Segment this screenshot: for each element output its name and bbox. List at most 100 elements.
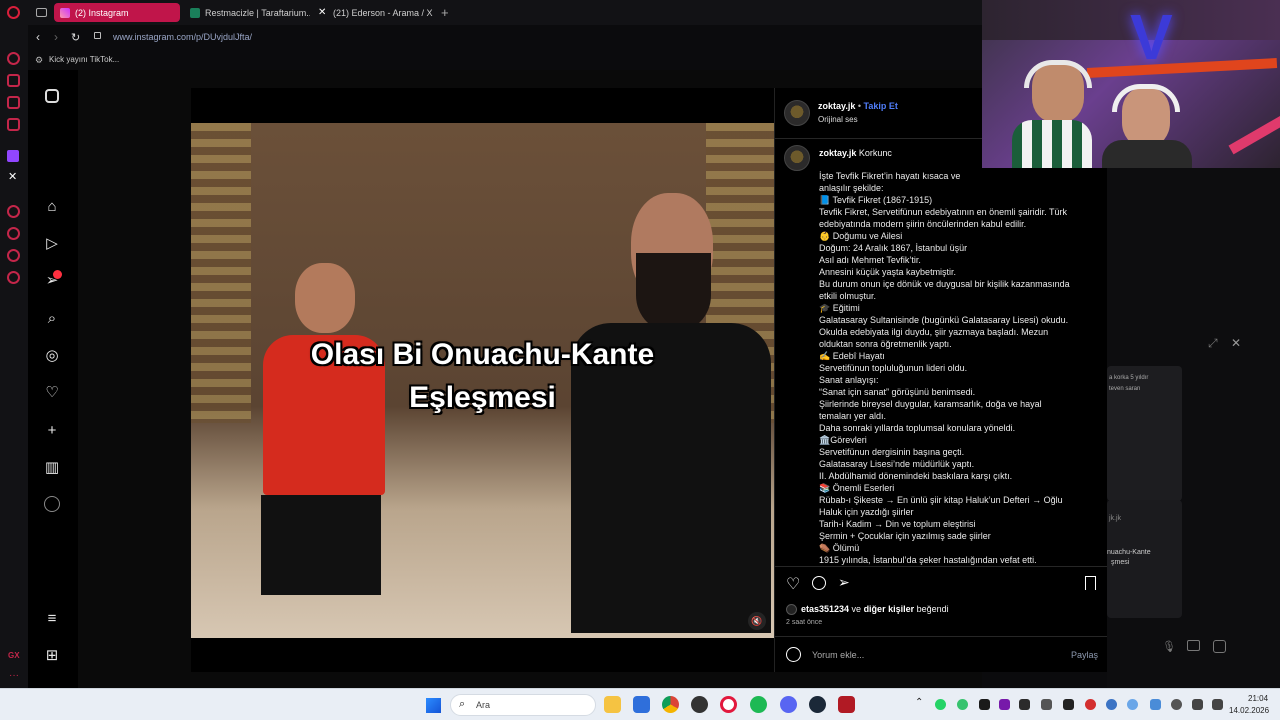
sidebar-extensions-icon[interactable] — [7, 249, 20, 262]
notifications-heart-icon[interactable]: ♡ — [42, 382, 62, 402]
tray-app4-icon[interactable] — [1063, 699, 1074, 710]
explore-icon[interactable]: ◎ — [42, 345, 62, 365]
chat-snippet-1: a korka 5 yıldır — [1109, 375, 1149, 381]
tab-restmacizle[interactable]: Restmacizle | Taraftarium... — [184, 3, 310, 22]
share-icon[interactable]: ➢ — [838, 574, 850, 591]
description-line: Daha sonraki yıllarda toplumsal konulara… — [819, 423, 1016, 433]
tab-label: Restmacizle | Taraftarium... — [205, 7, 310, 18]
onenote-icon[interactable] — [999, 699, 1010, 710]
description-line: anlaşılır şekilde: — [819, 183, 884, 193]
audio-label[interactable]: Orijinal ses — [818, 115, 858, 124]
author-avatar[interactable] — [784, 100, 810, 126]
reels-icon[interactable]: ▷ — [42, 233, 62, 253]
forward-icon[interactable]: › — [54, 30, 58, 44]
search-icon[interactable]: ⌕ — [42, 308, 62, 328]
description-line: Tarih-i Kadim → Din ve toplum eleştirisi — [819, 519, 976, 529]
more-icon[interactable]: ··· — [9, 670, 19, 681]
close-icon[interactable]: ✕ — [1231, 336, 1241, 350]
video-caption-line2: Eşleşmesi — [409, 381, 556, 414]
image-icon[interactable] — [1187, 640, 1200, 651]
clock-time[interactable]: 21:04 — [1248, 694, 1268, 703]
search-label: Ara — [476, 700, 491, 710]
post-comment-button[interactable]: Paylaş — [1071, 650, 1098, 660]
emoji-icon[interactable] — [786, 647, 801, 662]
tab-label: (2) Instagram — [75, 7, 129, 18]
author-username[interactable]: zoktay.jk — [818, 101, 855, 111]
tray-app-icon[interactable] — [979, 699, 990, 710]
description-line: Galatasaray Sultanisinde (bugünkü Galata… — [819, 315, 1069, 325]
bookmark-kick[interactable]: Kick yayını TikTok... — [49, 55, 119, 64]
reload-icon[interactable]: ↻ — [71, 31, 80, 44]
mic-icon[interactable]: 🎙 — [1162, 640, 1176, 653]
twitch-icon[interactable] — [7, 150, 19, 162]
save-bookmark-icon[interactable] — [1085, 576, 1096, 590]
home-icon[interactable]: ⌂ — [42, 196, 62, 216]
network-icon[interactable] — [1192, 699, 1203, 710]
file-explorer-icon[interactable] — [604, 696, 621, 713]
sidebar-history-icon[interactable] — [7, 205, 20, 218]
profile-avatar-icon[interactable] — [42, 494, 62, 514]
tray-app2-icon[interactable] — [1019, 699, 1030, 710]
tray-app3-icon[interactable] — [1041, 699, 1052, 710]
comment-username[interactable]: zoktay.jk — [819, 148, 856, 158]
sidebar-m-icon[interactable] — [7, 118, 20, 131]
whatsapp-icon[interactable] — [935, 699, 946, 710]
x-icon[interactable]: ✕ — [8, 170, 17, 183]
taskbar-search[interactable]: ⌕ Ara — [450, 694, 596, 716]
opera-icon[interactable] — [720, 696, 737, 713]
liker-username[interactable]: etas351234 — [801, 604, 849, 614]
sidebar-shop-icon[interactable] — [7, 74, 20, 87]
comment-avatar[interactable] — [784, 145, 810, 171]
chat-snippet-4: nuachu-Kante — [1107, 549, 1151, 556]
url-text[interactable]: www.instagram.com/p/DUvjdulJfta/ — [113, 32, 252, 42]
description-line: 👶 Doğumu ve Ailesi — [819, 231, 903, 241]
stream-side-panel: ⤢ ✕ a korka 5 yıldır teven saran jk.jk n… — [1107, 168, 1280, 688]
clock-date[interactable]: 14.02.2026 — [1229, 706, 1269, 715]
tray-sync-icon[interactable] — [1106, 699, 1117, 710]
gx-icon[interactable]: GX — [8, 651, 20, 660]
video-player[interactable]: Olası Bi Onuachu-Kante Eşleşmesi 🔇 — [191, 88, 774, 672]
wifi-icon[interactable] — [1150, 699, 1161, 710]
mute-icon[interactable]: 🔇 — [748, 612, 766, 630]
opera-logo-icon[interactable] — [7, 6, 20, 19]
create-icon[interactable]: + — [42, 420, 62, 440]
discord-icon[interactable] — [780, 696, 797, 713]
comment-icon[interactable] — [812, 576, 826, 590]
description-line: temaları yer aldı. — [819, 411, 887, 421]
volume-icon[interactable] — [1212, 699, 1223, 710]
follow-button[interactable]: Takip Et — [864, 101, 898, 111]
tab-instagram[interactable]: (2) Instagram — [54, 3, 180, 22]
likes-connector: ve — [849, 604, 864, 614]
back-icon[interactable]: ‹ — [36, 30, 40, 44]
new-tab-icon[interactable]: + — [441, 5, 449, 20]
game-app-icon[interactable] — [838, 696, 855, 713]
tray-cloud-icon[interactable] — [1127, 699, 1138, 710]
expand-icon[interactable]: ⤢ — [1208, 336, 1218, 351]
tray-record-icon[interactable] — [1085, 699, 1096, 710]
menu-icon[interactable]: ≡ — [42, 608, 62, 628]
tab-x-search[interactable]: ✕ (21) Ederson - Arama / X — [312, 3, 438, 22]
start-button-icon[interactable] — [426, 698, 441, 713]
like-heart-icon[interactable]: ♡ — [786, 574, 800, 594]
tray-green-icon[interactable] — [957, 699, 968, 710]
chrome-icon[interactable] — [662, 696, 679, 713]
tray-chevron-icon[interactable]: ⌃ — [915, 697, 923, 708]
instagram-icon — [60, 7, 70, 18]
sidebar-video-icon[interactable] — [7, 96, 20, 109]
steam-icon[interactable] — [809, 696, 826, 713]
comment-input[interactable]: Yorum ekle... — [812, 650, 864, 660]
instagram-logo-icon[interactable] — [42, 86, 62, 106]
sidebar-clock-icon[interactable] — [7, 227, 20, 240]
store-icon[interactable] — [633, 696, 650, 713]
spotify-icon[interactable] — [750, 696, 767, 713]
also-from-meta-icon[interactable]: ⊞ — [42, 645, 62, 665]
person-left — [295, 263, 355, 333]
mic-tray-icon[interactable] — [1171, 699, 1182, 710]
dashboard-icon[interactable]: ▥ — [42, 457, 62, 477]
tab-manager-icon[interactable] — [36, 8, 47, 17]
app-icon[interactable] — [691, 696, 708, 713]
likes-others-link[interactable]: diğer kişiler — [864, 604, 915, 614]
sidebar-ai-icon[interactable] — [7, 52, 20, 65]
sidebar-settings-icon[interactable] — [7, 271, 20, 284]
sticker-icon[interactable] — [1213, 640, 1226, 653]
